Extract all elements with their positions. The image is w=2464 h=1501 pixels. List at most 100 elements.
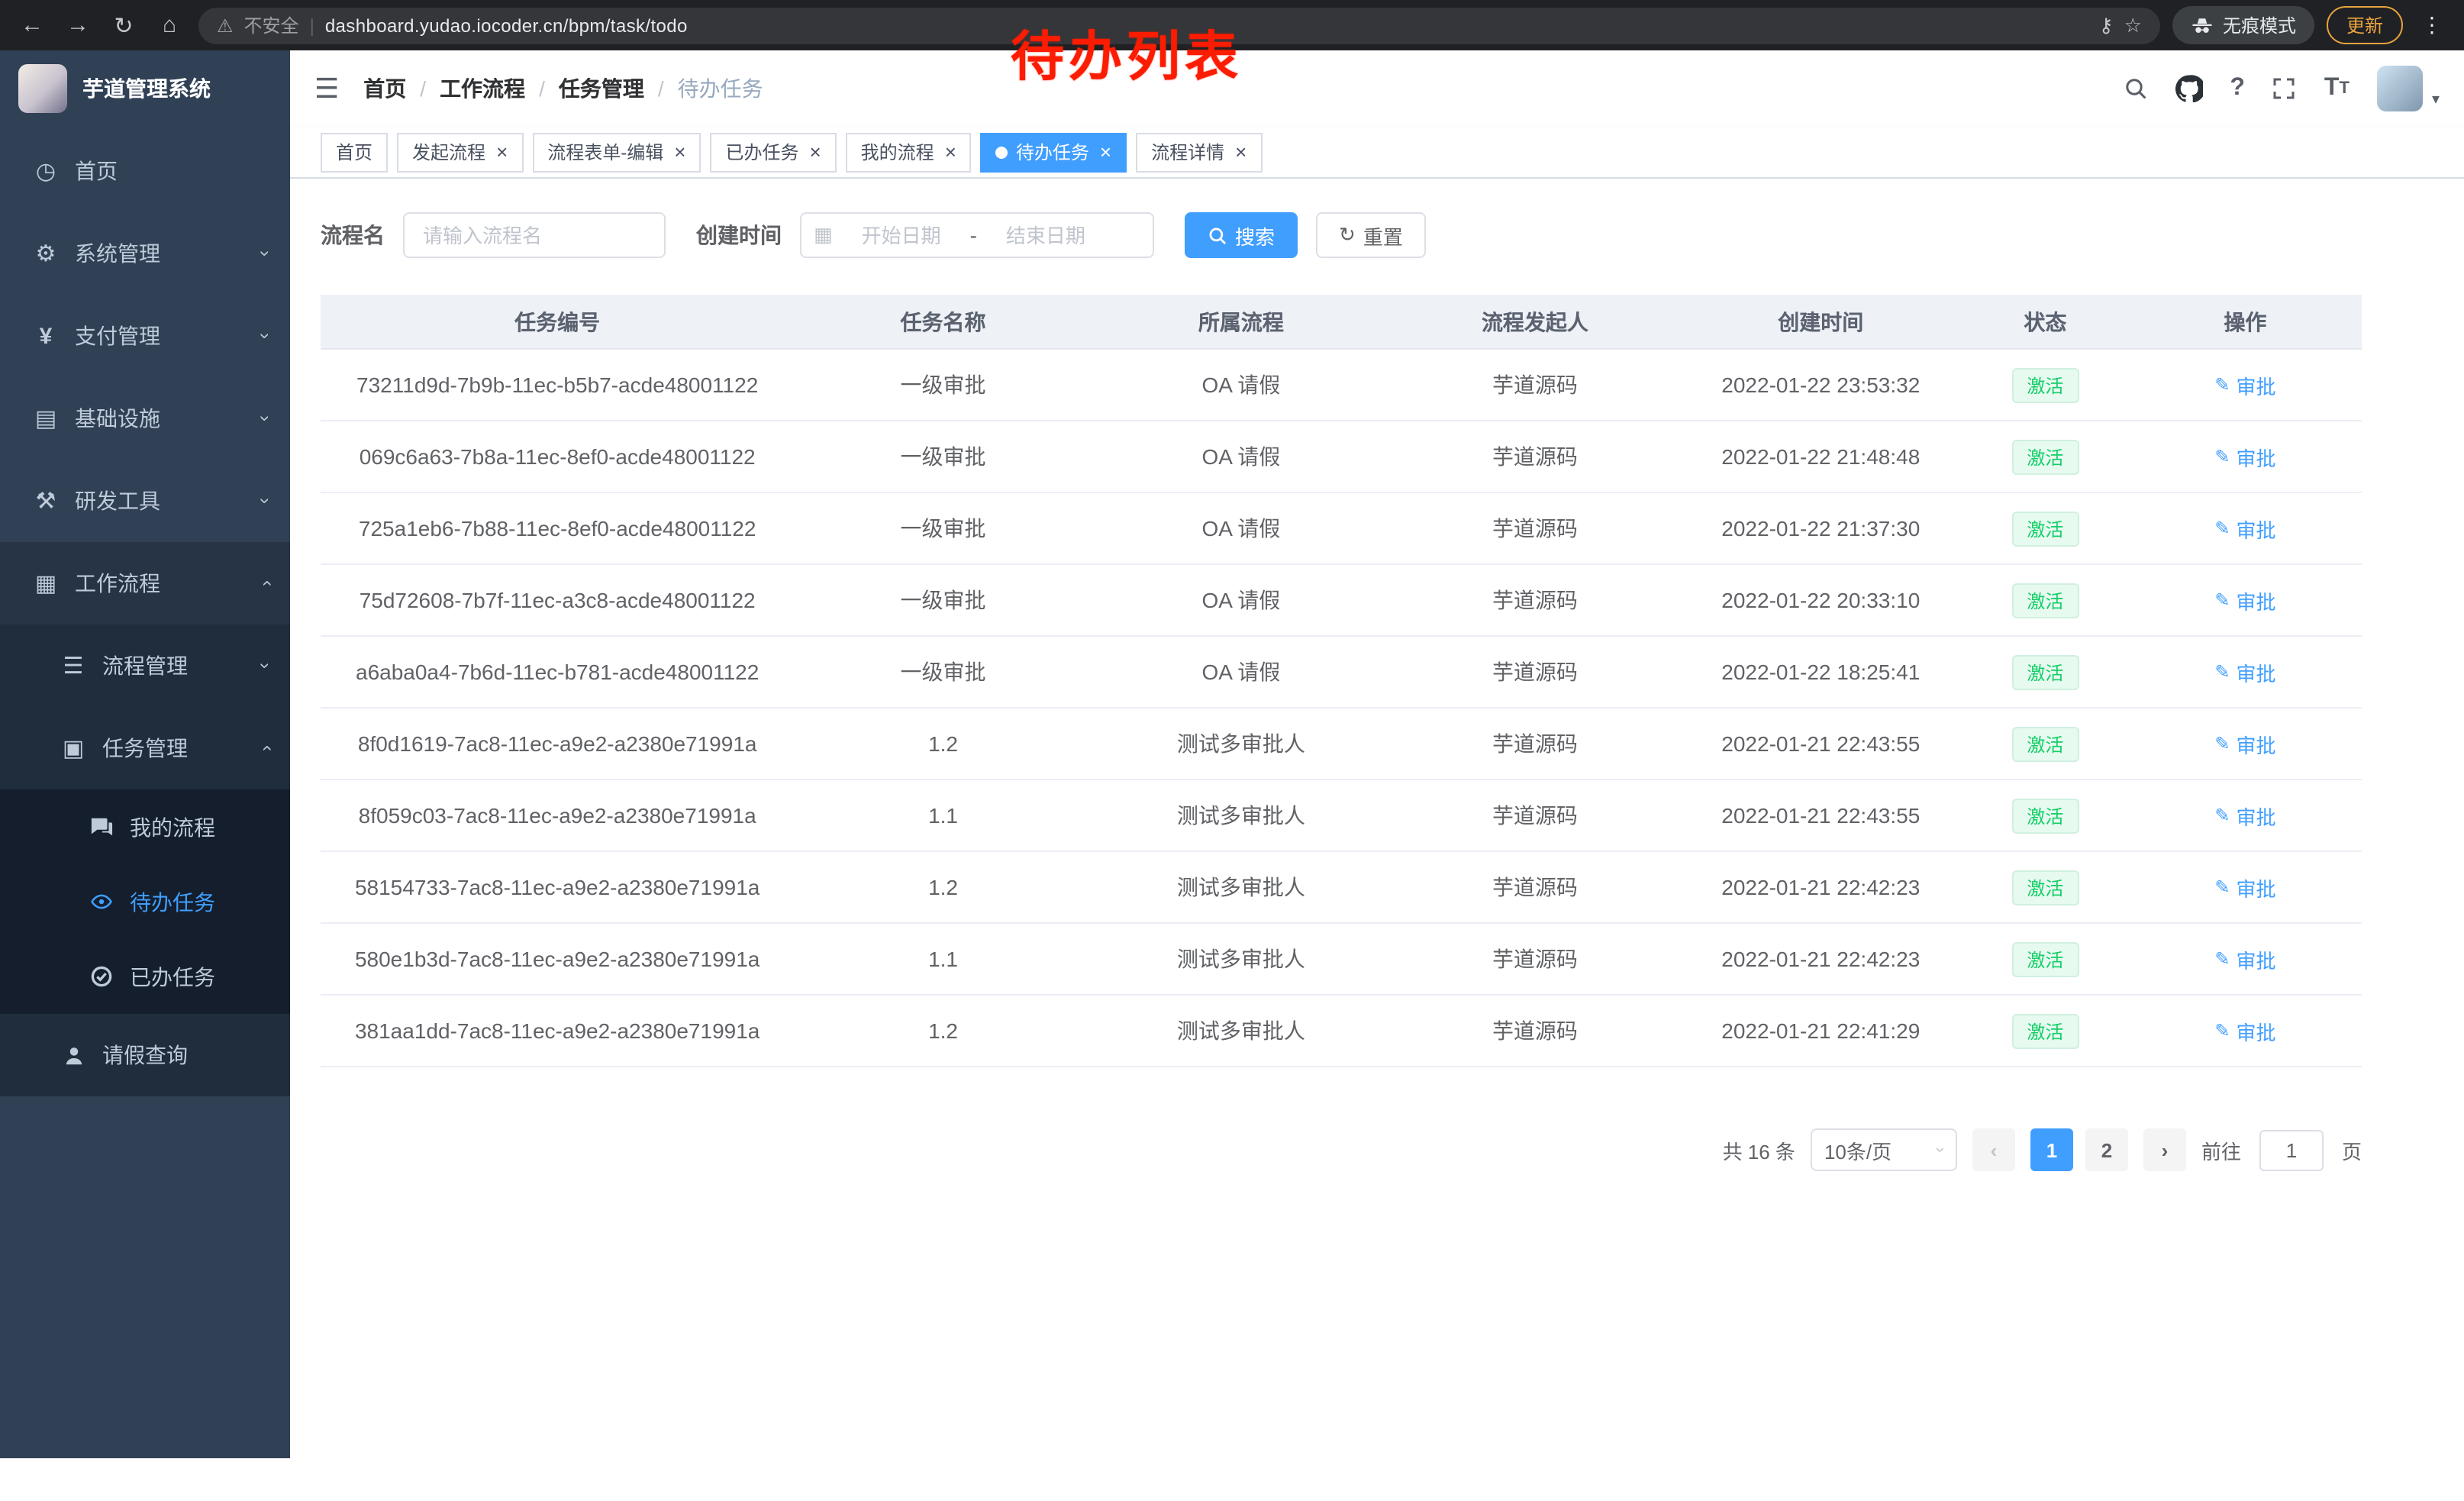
process-name-input[interactable] [403, 212, 666, 258]
action-cell: ✎审批 [2129, 370, 2362, 399]
page-button-2[interactable]: 2 [2085, 1128, 2128, 1171]
tab-close-icon[interactable]: × [809, 142, 821, 162]
tab-close-icon[interactable]: × [1235, 142, 1247, 162]
address-bar[interactable]: ⚠ 不安全 | dashboard.yudao.iocoder.cn/bpm/t… [198, 7, 2160, 44]
sidebar-item-支付管理[interactable]: ¥支付管理› [0, 295, 290, 377]
approve-link[interactable]: ✎审批 [2214, 1016, 2275, 1045]
approve-link[interactable]: ✎审批 [2214, 586, 2275, 615]
page-button-1[interactable]: 1 [2030, 1128, 2073, 1171]
table-cell: 芋道源码 [1390, 585, 1680, 615]
goto-suffix: 页 [2342, 1135, 2362, 1164]
breadcrumb-item[interactable]: 任务管理 [559, 73, 644, 104]
approve-link[interactable]: ✎审批 [2214, 370, 2275, 399]
tab-首页[interactable]: 首页 [321, 132, 388, 172]
sidebar-fold-icon[interactable]: ☰ [314, 73, 339, 105]
sidebar: 芋道管理系统 ◷首页⚙系统管理›¥支付管理›▤基础设施›⚒研发工具›▦工作流程›… [0, 50, 290, 1458]
breadcrumb-separator: / [539, 76, 545, 101]
task-table: 任务编号任务名称所属流程流程发起人创建时间状态操作 73211d9d-7b9b-… [321, 295, 2362, 1067]
status-cell: 激活 [1962, 798, 2129, 833]
table-header: 任务编号任务名称所属流程流程发起人创建时间状态操作 [321, 295, 2362, 350]
table-cell: OA 请假 [1092, 441, 1390, 472]
status-cell: 激活 [1962, 654, 2129, 689]
tab-流程详情[interactable]: 流程详情× [1136, 132, 1262, 172]
tab-close-icon[interactable]: × [1100, 142, 1111, 162]
update-button[interactable]: 更新 [2327, 6, 2403, 44]
home-button[interactable]: ⌂ [153, 8, 186, 42]
approve-link[interactable]: ✎审批 [2214, 801, 2275, 830]
action-cell: ✎审批 [2129, 442, 2362, 471]
sidebar-item-流程管理[interactable]: ☰流程管理› [0, 625, 290, 707]
table-cell: 2022-01-21 22:42:23 [1680, 947, 1962, 971]
sidebar-item-研发工具[interactable]: ⚒研发工具› [0, 460, 290, 542]
goto-page-input[interactable] [2259, 1129, 2324, 1170]
status-badge: 激活 [2011, 798, 2079, 833]
table-row: 580e1b3d-7ac8-11ec-a9e2-a2380e71991a1.1测… [321, 924, 2362, 996]
edit-icon: ✎ [2214, 374, 2230, 395]
sidebar-item-待办任务[interactable]: 待办任务 [0, 864, 290, 939]
app-logo[interactable]: 芋道管理系统 [0, 50, 290, 127]
tab-发起流程[interactable]: 发起流程× [397, 132, 523, 172]
sidebar-item-我的流程[interactable]: 我的流程 [0, 789, 290, 864]
tab-close-icon[interactable]: × [496, 142, 508, 162]
tabs-bar: 首页发起流程×流程表单-编辑×已办任务×我的流程×待办任务×流程详情× [290, 127, 2464, 179]
fullscreen-icon[interactable] [2272, 76, 2297, 101]
chevron-down-icon: › [255, 498, 276, 504]
back-button[interactable]: ← [15, 8, 49, 42]
help-icon[interactable]: ? [2230, 75, 2245, 102]
end-date-input[interactable] [983, 224, 1108, 247]
tab-close-icon[interactable]: × [945, 142, 956, 162]
tab-我的流程[interactable]: 我的流程× [846, 132, 972, 172]
browser-chrome: ← → ↻ ⌂ ⚠ 不安全 | dashboard.yudao.iocoder.… [0, 0, 2464, 50]
action-cell: ✎审批 [2129, 873, 2362, 902]
eye-icon [85, 890, 116, 913]
tab-已办任务[interactable]: 已办任务× [710, 132, 836, 172]
omnibox-separator: | [310, 15, 314, 36]
search-icon[interactable] [2123, 76, 2147, 101]
font-size-icon[interactable]: TT [2324, 75, 2350, 102]
tab-close-icon[interactable]: × [674, 142, 685, 162]
avatar-caret-icon[interactable]: ▾ [2432, 92, 2440, 108]
date-range-picker[interactable]: ▦ - [800, 212, 1154, 258]
tab-流程表单-编辑[interactable]: 流程表单-编辑× [532, 132, 701, 172]
breadcrumb-item[interactable]: 工作流程 [440, 73, 525, 104]
sidebar-item-任务管理[interactable]: ▣任务管理› [0, 707, 290, 789]
sidebar-item-基础设施[interactable]: ▤基础设施› [0, 377, 290, 460]
next-page-button[interactable]: › [2143, 1128, 2186, 1171]
sidebar-item-工作流程[interactable]: ▦工作流程› [0, 542, 290, 625]
sidebar-item-已办任务[interactable]: 已办任务 [0, 939, 290, 1014]
page-size-select[interactable]: 10条/页 › [1811, 1128, 1957, 1171]
tab-待办任务[interactable]: 待办任务× [981, 132, 1127, 172]
prev-page-button[interactable]: ‹ [1972, 1128, 2015, 1171]
user-avatar[interactable] [2377, 66, 2423, 111]
approve-link[interactable]: ✎审批 [2214, 729, 2275, 758]
approve-link[interactable]: ✎审批 [2214, 514, 2275, 543]
table-cell: OA 请假 [1092, 370, 1390, 400]
edit-icon: ✎ [2214, 1020, 2230, 1041]
table-row: a6aba0a4-7b6d-11ec-b781-acde48001122一级审批… [321, 637, 2362, 709]
status-badge: 激活 [2011, 439, 2079, 474]
reload-button[interactable]: ↻ [107, 8, 140, 42]
github-icon[interactable] [2175, 75, 2202, 102]
approve-link[interactable]: ✎审批 [2214, 442, 2275, 471]
forward-button[interactable]: → [61, 8, 95, 42]
submenu: 我的流程待办任务已办任务 [0, 789, 290, 1014]
search-button[interactable]: 搜索 [1185, 212, 1298, 258]
breadcrumb-item[interactable]: 首页 [363, 73, 406, 104]
table-cell: 一级审批 [794, 657, 1092, 687]
approve-link[interactable]: ✎审批 [2214, 944, 2275, 973]
browser-menu-icon[interactable]: ⋮ [2415, 12, 2449, 38]
table-cell: 芋道源码 [1390, 370, 1680, 400]
password-key-icon[interactable]: ⚷ [2099, 13, 2114, 37]
sidebar-item-首页[interactable]: ◷首页 [0, 130, 290, 212]
reset-button[interactable]: ↻ 重置 [1316, 212, 1426, 258]
bookmark-star-icon[interactable]: ☆ [2124, 13, 2142, 37]
edit-icon: ✎ [2214, 948, 2230, 970]
sidebar-item-系统管理[interactable]: ⚙系统管理› [0, 212, 290, 295]
start-date-input[interactable] [839, 224, 964, 247]
sidebar-item-请假查询[interactable]: 请假查询 [0, 1014, 290, 1096]
table-cell: 1.2 [794, 875, 1092, 899]
app-title: 芋道管理系统 [82, 73, 211, 104]
approve-link[interactable]: ✎审批 [2214, 873, 2275, 902]
approve-link[interactable]: ✎审批 [2214, 657, 2275, 686]
table-cell: 测试多审批人 [1092, 800, 1390, 831]
